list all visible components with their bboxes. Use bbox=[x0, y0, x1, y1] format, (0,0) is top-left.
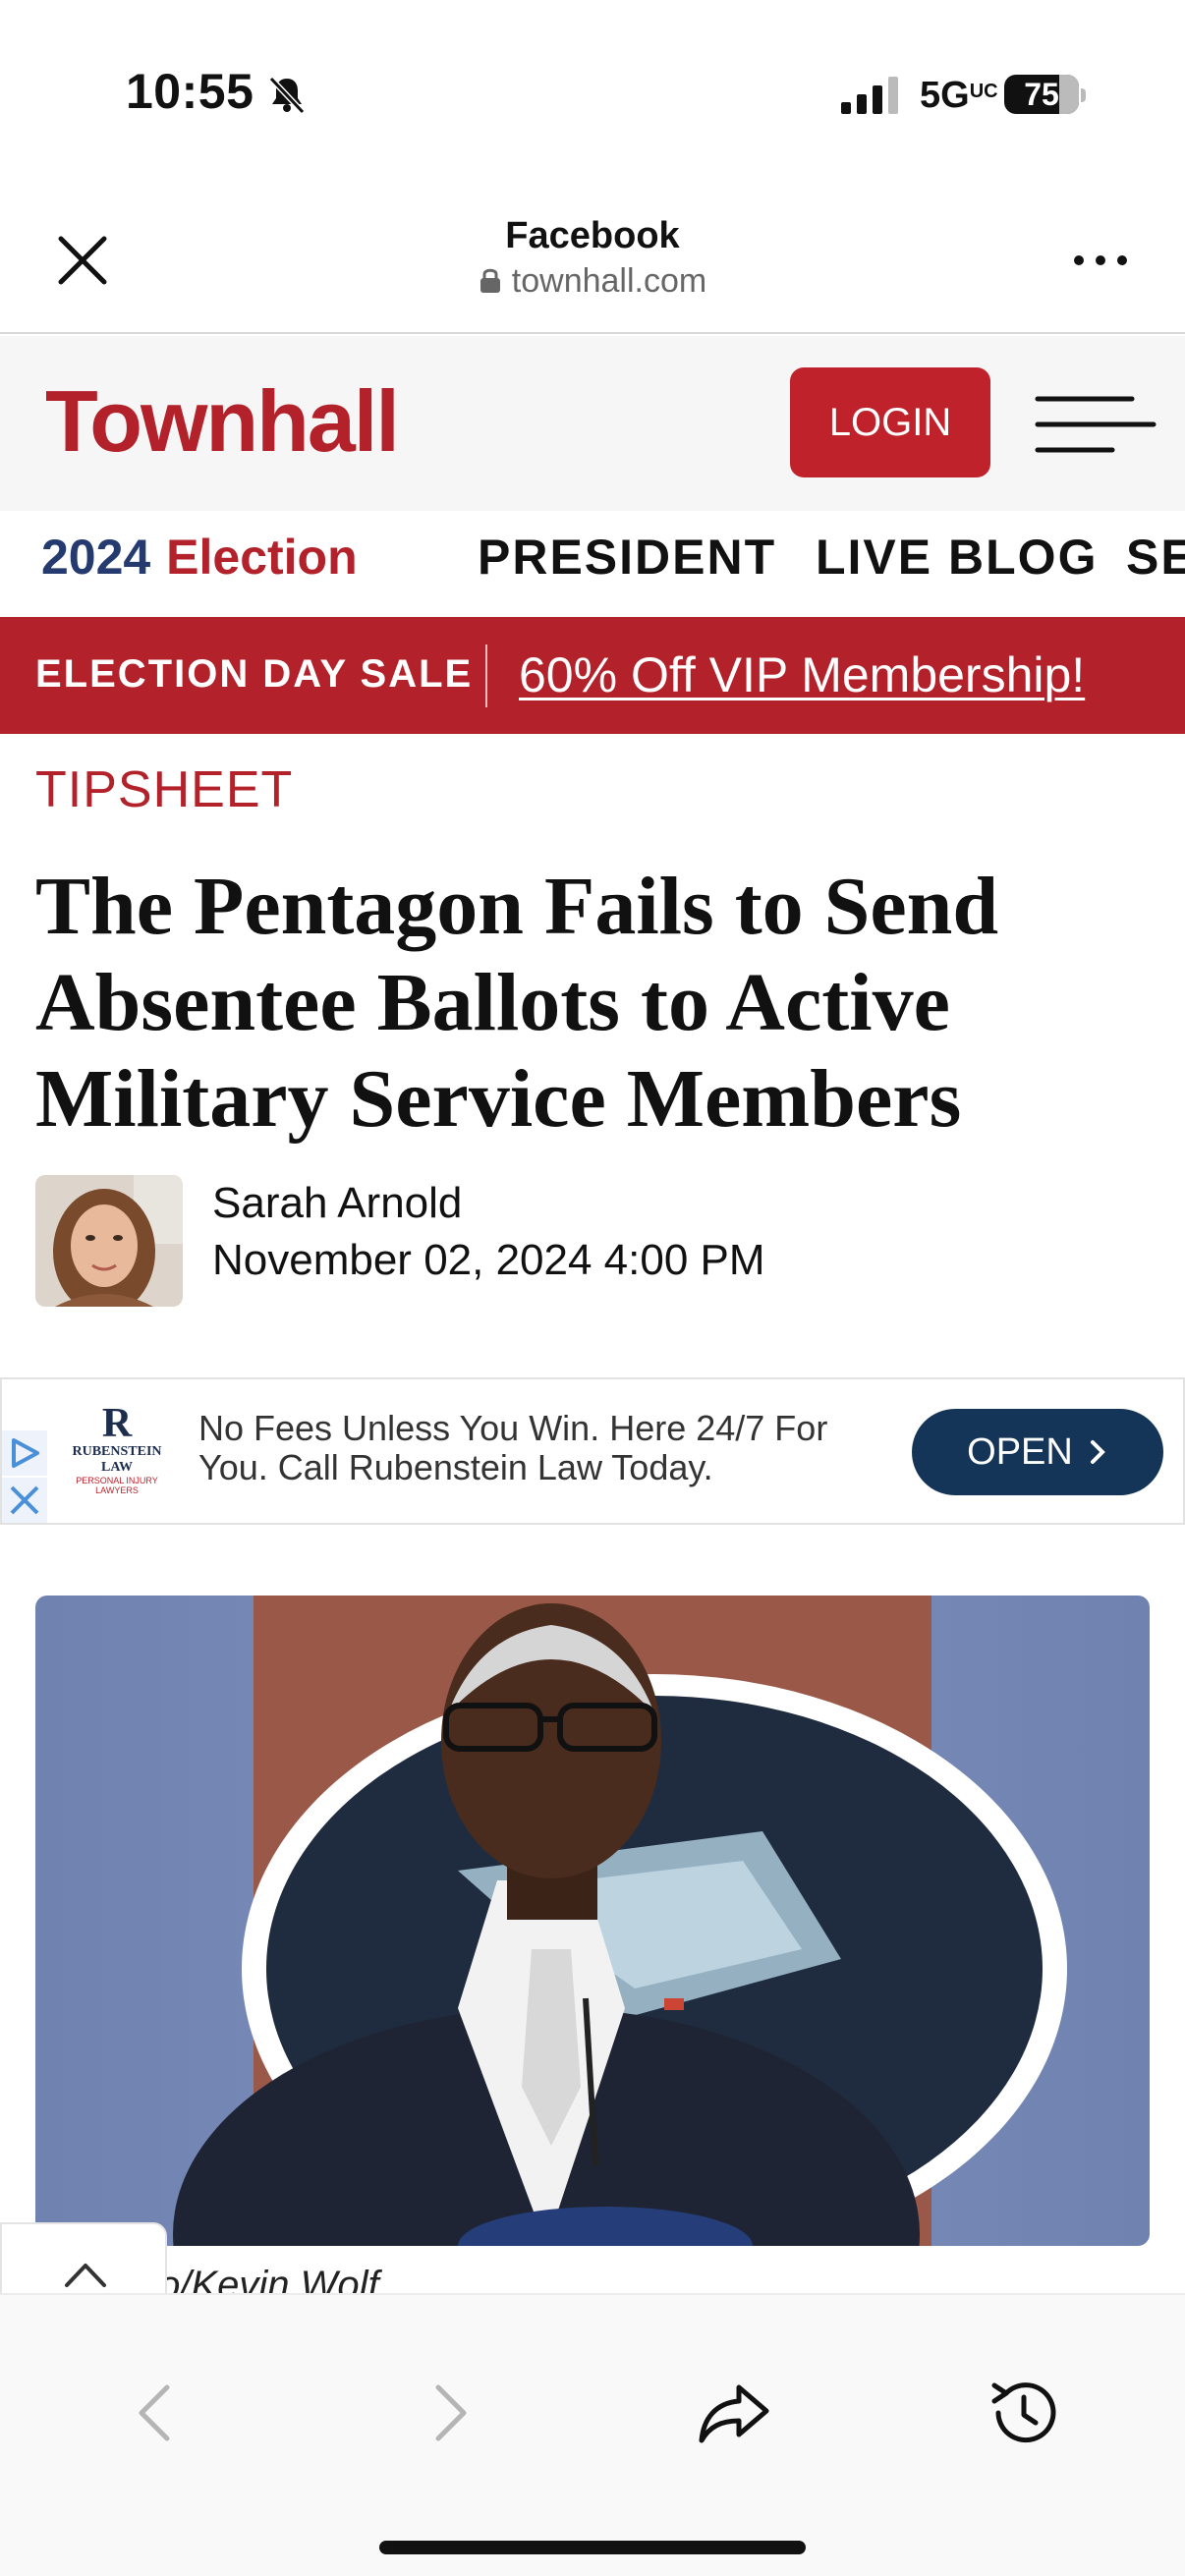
hero-image bbox=[35, 1596, 1150, 2246]
bell-muted-icon bbox=[268, 76, 306, 115]
browser-header: Facebook townhall.com bbox=[0, 192, 1185, 334]
chevron-up-icon bbox=[65, 2264, 106, 2287]
browser-title: Facebook bbox=[505, 215, 680, 256]
battery-empty bbox=[1059, 75, 1079, 114]
promo-divider bbox=[485, 644, 487, 707]
nav-item-live-blog[interactable]: LIVE BLOG bbox=[816, 529, 1098, 586]
url-text: townhall.com bbox=[511, 262, 707, 300]
site-header: Townhall LOGIN bbox=[0, 336, 1185, 511]
more-icon[interactable] bbox=[1071, 249, 1130, 272]
author-name[interactable]: Sarah Arnold bbox=[212, 1179, 462, 1228]
article-title: The Pentagon Fails to Send Absentee Ball… bbox=[35, 861, 999, 1145]
promo-link[interactable]: 60% Off VIP Membership! bbox=[519, 646, 1085, 703]
back-icon[interactable] bbox=[118, 2374, 197, 2452]
ad-choices-icon[interactable] bbox=[2, 1430, 47, 1476]
signal-icon bbox=[841, 77, 898, 114]
share-icon[interactable] bbox=[696, 2374, 774, 2452]
publish-date: November 02, 2024 4:00 PM bbox=[212, 1236, 765, 1284]
nav-election-year: 2024 bbox=[41, 530, 151, 585]
history-icon[interactable] bbox=[985, 2374, 1063, 2452]
promo-banner: ELECTION DAY SALE 60% Off VIP Membership… bbox=[0, 617, 1185, 734]
home-indicator bbox=[379, 2541, 806, 2554]
login-button[interactable]: LOGIN bbox=[790, 367, 990, 477]
nav-item-2024-election[interactable]: 2024 Election bbox=[41, 529, 358, 586]
nav-item-se[interactable]: SE bbox=[1126, 529, 1185, 586]
bottom-toolbar bbox=[0, 2293, 1185, 2576]
section-label[interactable]: TIPSHEET bbox=[35, 760, 293, 819]
ad-banner[interactable]: R RUBENSTEIN LAW PERSONAL INJURY LAWYERS… bbox=[0, 1377, 1185, 1525]
nav-election-word: Election bbox=[166, 530, 358, 585]
ad-logo: R RUBENSTEIN LAW PERSONAL INJURY LAWYERS bbox=[72, 1401, 162, 1495]
ad-text: No Fees Unless You Win. Here 24/7 For Yo… bbox=[198, 1408, 828, 1487]
browser-url[interactable]: townhall.com bbox=[0, 262, 1185, 301]
chevron-right-icon bbox=[1090, 1440, 1105, 1464]
ad-open-button[interactable]: OPEN bbox=[912, 1409, 1163, 1495]
promo-label: ELECTION DAY SALE bbox=[35, 652, 474, 696]
nav-item-president[interactable]: PRESIDENT bbox=[478, 529, 776, 586]
site-logo[interactable]: Townhall bbox=[45, 371, 400, 472]
status-time: 10:55 bbox=[126, 64, 254, 119]
forward-icon[interactable] bbox=[409, 2374, 487, 2452]
battery-nub bbox=[1081, 88, 1086, 102]
ad-open-label: OPEN bbox=[967, 1430, 1073, 1473]
status-bar: 10:55 5GUC 75 bbox=[0, 0, 1185, 192]
network-label: 5GUC bbox=[920, 75, 998, 116]
author-avatar bbox=[35, 1175, 183, 1307]
lock-icon bbox=[480, 268, 500, 293]
hamburger-menu-icon[interactable] bbox=[1034, 385, 1157, 464]
ad-close-icon[interactable] bbox=[2, 1478, 47, 1523]
site-nav: 2024 Election PRESIDENT LIVE BLOG SE bbox=[0, 511, 1185, 617]
